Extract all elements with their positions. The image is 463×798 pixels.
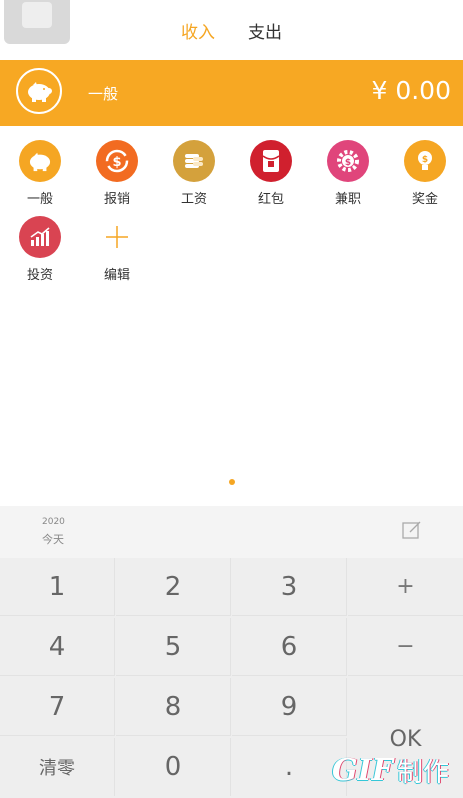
key-plus[interactable]: + [348,558,463,616]
category-bonus[interactable]: $ 奖金 [395,140,455,207]
watermark-text: 制作 [396,757,449,788]
category-label: 编辑 [103,268,130,283]
refund-icon: $ [96,140,138,182]
key-0[interactable]: 0 [116,738,231,796]
back-thumbnail[interactable] [4,0,70,44]
svg-text:$: $ [345,158,351,168]
svg-text:$: $ [112,155,121,170]
tab-expense[interactable]: 支出 [248,18,282,43]
coins-stack-icon [173,140,215,182]
key-dot[interactable]: . [232,738,347,796]
note-edit-icon[interactable] [401,519,423,541]
category-label: 奖金 [411,192,438,207]
red-envelope-icon [250,140,292,182]
page-indicator-dot [229,479,235,485]
key-1[interactable]: 1 [0,558,115,616]
key-3[interactable]: 3 [232,558,347,616]
category-part-time[interactable]: $ 兼职 [318,140,378,207]
growth-chart-icon [19,216,61,258]
amount-bar: 一般 ¥ 0.00 [0,60,463,126]
gear-coin-icon: $ [327,140,369,182]
piggy-bank-icon [19,140,61,182]
key-2[interactable]: 2 [116,558,231,616]
key-4[interactable]: 4 [0,618,115,676]
key-5[interactable]: 5 [116,618,231,676]
lightbulb-coin-icon: $ [404,140,446,182]
key-7[interactable]: 7 [0,678,115,736]
gif-watermark: GIF 制作 [332,748,462,792]
category-red-envelope[interactable]: 红包 [241,140,301,207]
top-bar: 收入 支出 [0,0,463,58]
category-label: 报销 [103,192,130,207]
category-label: 兼职 [334,192,361,207]
key-8[interactable]: 8 [116,678,231,736]
key-minus[interactable]: − [348,618,463,676]
amount-display: ¥ 0.00 [371,76,451,105]
watermark-brand: GIF [332,752,393,788]
date-year[interactable]: 2020 [42,517,65,527]
category-salary[interactable]: 工资 [164,140,224,207]
category-label: 工资 [180,192,207,207]
date-day[interactable]: 今天 [42,531,64,547]
plus-icon [96,216,138,258]
category-edit[interactable]: 编辑 [87,216,147,283]
key-clear[interactable]: 清零 [0,738,115,796]
category-label: 红包 [257,192,284,207]
piggy-bank-icon [16,68,62,114]
category-reimbursement[interactable]: $ 报销 [87,140,147,207]
category-general[interactable]: 一般 [10,140,70,207]
svg-text:$: $ [422,155,428,165]
category-label: 一般 [26,192,53,207]
category-investment[interactable]: 投资 [10,216,70,283]
key-9[interactable]: 9 [232,678,347,736]
selected-category-label: 一般 [88,85,119,103]
key-6[interactable]: 6 [232,618,347,676]
date-row: 2020 今天 [0,506,463,558]
category-label: 投资 [26,268,53,283]
tab-income[interactable]: 收入 [181,18,215,43]
